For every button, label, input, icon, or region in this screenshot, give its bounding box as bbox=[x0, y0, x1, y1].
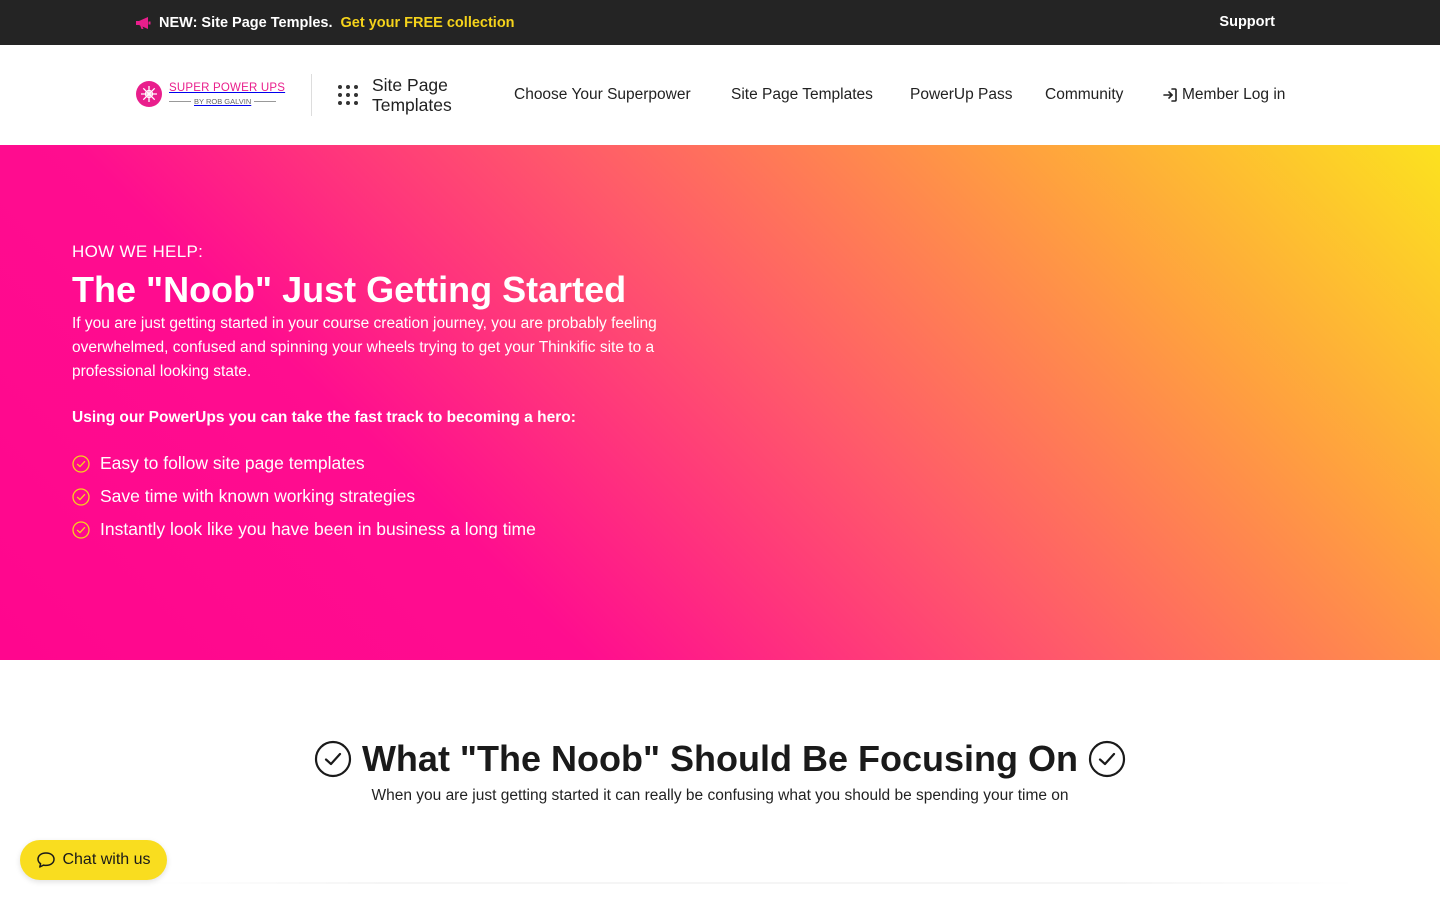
announcement-text: NEW: Site Page Temples. bbox=[159, 14, 333, 31]
benefit-item: Instantly look like you have been in bus… bbox=[72, 513, 536, 546]
chat-label: Chat with us bbox=[62, 851, 151, 868]
site-title[interactable]: Site Page Templates bbox=[372, 75, 482, 115]
logo[interactable]: SUPER POWER UPS BY ROB GALVIN bbox=[135, 80, 285, 108]
byline-rule-right bbox=[254, 100, 277, 102]
member-login-link[interactable]: Member Log in bbox=[1162, 86, 1285, 104]
check-circle-icon bbox=[1088, 740, 1126, 778]
chat-bubble-icon bbox=[37, 852, 56, 868]
benefit-item: Save time with known working strategies bbox=[72, 480, 536, 513]
check-circle-icon bbox=[72, 454, 90, 473]
nav-item-powerup-pass: PowerUp Pass bbox=[910, 45, 1013, 145]
megaphone-icon bbox=[136, 16, 151, 29]
apps-dot bbox=[354, 85, 358, 89]
nav-link-powerup-pass[interactable]: PowerUp Pass bbox=[910, 86, 1013, 104]
benefit-item: Easy to follow site page templates bbox=[72, 447, 536, 480]
check-circle-icon bbox=[72, 520, 90, 539]
starburst-logo-icon bbox=[136, 81, 162, 107]
check-circle-icon bbox=[314, 740, 352, 778]
logo-wordmark: SUPER POWER UPS BY ROB GALVIN bbox=[169, 82, 286, 106]
check-circle-icon bbox=[72, 487, 90, 506]
hero-benefit-list: Easy to follow site page templates Save … bbox=[72, 447, 536, 546]
apps-dot bbox=[338, 85, 342, 89]
apps-dot bbox=[338, 93, 342, 97]
section-fade-divider bbox=[140, 882, 1360, 884]
apps-grid-icon[interactable] bbox=[338, 85, 358, 105]
log-in-icon bbox=[1163, 88, 1177, 102]
nav-link-choose-superpower[interactable]: Choose Your Superpower bbox=[514, 86, 691, 104]
benefit-text: Easy to follow site page templates bbox=[100, 453, 365, 473]
apps-dot bbox=[346, 93, 350, 97]
logo-brand: SUPER POWER UPS bbox=[169, 82, 286, 94]
logo-byline: BY ROB GALVIN bbox=[194, 96, 252, 106]
focus-subtitle: When you are just getting started it can… bbox=[371, 787, 1069, 804]
hero-strong-lead: Using our PowerUps you can take the fast… bbox=[72, 409, 576, 426]
hero-lead: If you are just getting started in your … bbox=[72, 315, 657, 380]
apps-dot bbox=[354, 101, 358, 105]
apps-dot bbox=[346, 85, 350, 89]
nav-item-community: Community bbox=[1045, 45, 1123, 145]
nav-link-community[interactable]: Community bbox=[1045, 86, 1123, 104]
member-login-label: Member Log in bbox=[1182, 86, 1286, 103]
apps-dot bbox=[346, 101, 350, 105]
hero-section: HOW WE HELP: The "Noob" Just Getting Sta… bbox=[0, 145, 1440, 660]
logo-byline-row: BY ROB GALVIN bbox=[169, 96, 285, 106]
focus-heading-row: What "The Noob" Should Be Focusing On bbox=[0, 738, 1440, 780]
free-collection-link[interactable]: Get your FREE collection bbox=[341, 15, 515, 31]
apps-dot bbox=[338, 101, 342, 105]
nav-link-site-page-templates[interactable]: Site Page Templates bbox=[731, 86, 873, 104]
support-link[interactable]: Support bbox=[1219, 0, 1275, 45]
hero-eyebrow: HOW WE HELP: bbox=[72, 242, 204, 261]
nav-item-site-page-templates: Site Page Templates bbox=[731, 45, 873, 145]
byline-rule-left bbox=[169, 100, 191, 102]
nav-item-login: Member Log in bbox=[1162, 45, 1285, 145]
header-divider bbox=[311, 74, 312, 116]
site-header: SUPER POWER UPS BY ROB GALVIN Site Page … bbox=[0, 45, 1440, 145]
chat-with-us-button[interactable]: Chat with us bbox=[20, 840, 167, 880]
announcement-content: NEW: Site Page Temples. Get your FREE co… bbox=[135, 0, 515, 45]
hero-title: The "Noob" Just Getting Started bbox=[72, 269, 627, 310]
focus-title: What "The Noob" Should Be Focusing On bbox=[361, 738, 1079, 779]
nav-item-choose-superpower: Choose Your Superpower bbox=[514, 45, 691, 145]
announcement-bar: NEW: Site Page Temples. Get your FREE co… bbox=[0, 0, 1440, 45]
benefit-text: Save time with known working strategies bbox=[100, 486, 416, 506]
apps-dot bbox=[354, 93, 358, 97]
benefit-text: Instantly look like you have been in bus… bbox=[100, 519, 536, 539]
